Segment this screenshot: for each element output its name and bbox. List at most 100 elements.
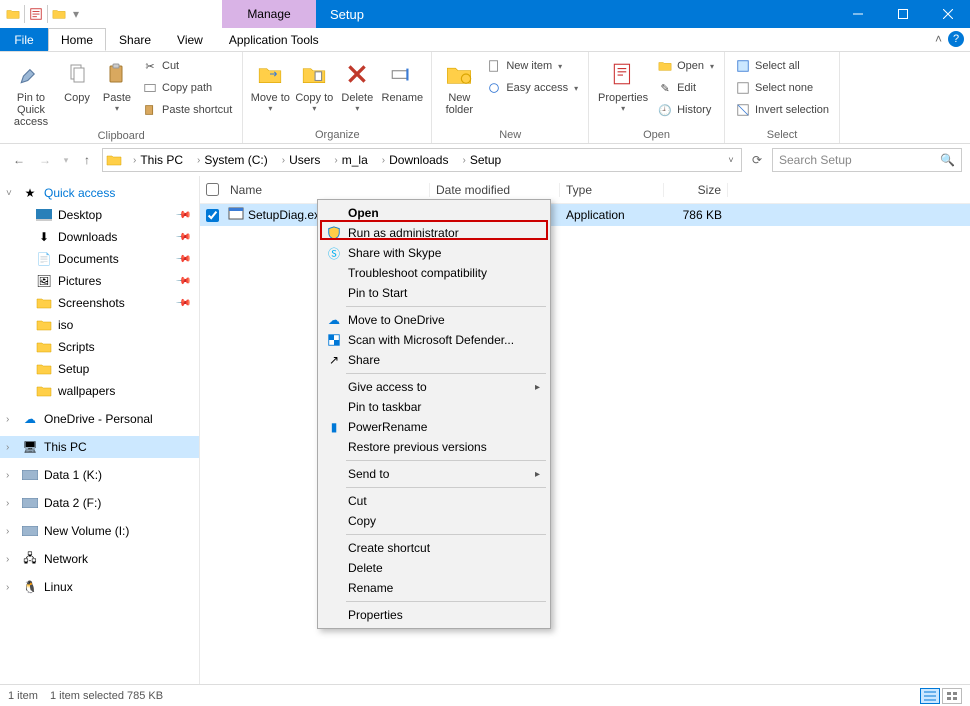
ctx-create-shortcut[interactable]: Create shortcut — [320, 538, 548, 558]
close-button[interactable] — [925, 0, 970, 28]
ctx-restore-previous[interactable]: Restore previous versions — [320, 437, 548, 457]
ctx-properties[interactable]: Properties — [320, 605, 548, 625]
nav-iso[interactable]: iso — [0, 314, 199, 336]
paste-shortcut-button[interactable]: Paste shortcut — [138, 100, 236, 120]
ctx-send-to[interactable]: Send to▸ — [320, 464, 548, 484]
up-button[interactable]: ↑ — [76, 149, 98, 171]
ctx-powerrename[interactable]: ▮PowerRename — [320, 417, 548, 437]
search-input[interactable]: Search Setup 🔍 — [772, 148, 962, 172]
move-to-button[interactable]: Move to▾ — [249, 54, 291, 113]
history-button[interactable]: 🕘History — [653, 100, 718, 120]
nav-newvol[interactable]: ›New Volume (I:) — [0, 520, 199, 542]
breadcrumb[interactable]: ›Downloads — [374, 153, 453, 167]
drive-icon — [22, 495, 38, 511]
home-tab[interactable]: Home — [48, 28, 106, 51]
application-tools-tab[interactable]: Application Tools — [216, 28, 332, 51]
copy-button[interactable]: Copy — [58, 54, 96, 104]
ctx-copy[interactable]: Copy — [320, 511, 548, 531]
help-icon[interactable]: ? — [948, 31, 964, 47]
breadcrumb[interactable]: ›System (C:) — [189, 153, 272, 167]
rename-button[interactable]: Rename — [379, 54, 425, 104]
minimize-button[interactable] — [835, 0, 880, 28]
breadcrumb[interactable]: ›Users — [274, 153, 325, 167]
copy-to-button[interactable]: Copy to▾ — [293, 54, 335, 113]
pin-icon: 📌 — [174, 251, 191, 268]
column-size[interactable]: Size — [664, 183, 728, 197]
pin-quick-access-button[interactable]: Pin to Quick access — [6, 54, 56, 128]
select-all-checkbox[interactable] — [206, 183, 219, 196]
ctx-troubleshoot[interactable]: Troubleshoot compatibility — [320, 263, 548, 283]
breadcrumb[interactable]: ›Setup — [454, 153, 505, 167]
properties-icon[interactable] — [27, 3, 45, 25]
ctx-delete[interactable]: Delete — [320, 558, 548, 578]
ctx-share-skype[interactable]: ⓈShare with Skype — [320, 243, 548, 263]
manage-context-tab[interactable]: Manage — [222, 0, 316, 28]
forward-button[interactable]: → — [34, 149, 56, 171]
delete-button[interactable]: Delete▾ — [337, 54, 377, 113]
ctx-move-onedrive[interactable]: ☁Move to OneDrive — [320, 310, 548, 330]
ctx-give-access[interactable]: Give access to▸ — [320, 377, 548, 397]
ribbon-group-organize: Move to▾ Copy to▾ Delete▾ Rename Organiz… — [243, 52, 432, 143]
status-bar: 1 item 1 item selected 785 KB — [0, 684, 970, 706]
ctx-pin-start[interactable]: Pin to Start — [320, 283, 548, 303]
ctx-open[interactable]: Open — [320, 203, 548, 223]
nav-onedrive[interactable]: ›☁OneDrive - Personal — [0, 408, 199, 430]
collapse-ribbon-icon[interactable]: ˄ — [935, 32, 942, 46]
nav-setup[interactable]: Setup — [0, 358, 199, 380]
paste-button[interactable]: Paste▾ — [98, 54, 136, 113]
file-row[interactable]: SetupDiag.exe 9/2/2024 12:56 PM Applicat… — [200, 204, 970, 226]
nav-documents[interactable]: 📄Documents📌 — [0, 248, 199, 270]
cut-button[interactable]: ✂Cut — [138, 56, 236, 76]
easy-access-button[interactable]: Easy access▾ — [482, 78, 582, 98]
select-none-button[interactable]: Select none — [731, 78, 833, 98]
column-date[interactable]: Date modified — [430, 183, 560, 197]
column-name[interactable]: Name — [224, 183, 430, 197]
qat-dropdown-icon[interactable]: ▾ — [70, 3, 82, 25]
nav-quick-access[interactable]: ˅★Quick access — [0, 182, 199, 204]
ctx-pin-taskbar[interactable]: Pin to taskbar — [320, 397, 548, 417]
new-item-button[interactable]: New item▾ — [482, 56, 582, 76]
network-icon: 🖧 — [22, 551, 38, 567]
icons-view-button[interactable] — [942, 688, 962, 704]
nav-screenshots[interactable]: Screenshots📌 — [0, 292, 199, 314]
details-view-button[interactable] — [920, 688, 940, 704]
ctx-scan-defender[interactable]: Scan with Microsoft Defender... — [320, 330, 548, 350]
nav-pictures[interactable]: 🖼Pictures📌 — [0, 270, 199, 292]
breadcrumb[interactable]: ›m_la — [326, 153, 371, 167]
cloud-icon: ☁ — [22, 411, 38, 427]
select-all-button[interactable]: Select all — [731, 56, 833, 76]
address-bar[interactable]: ›This PC ›System (C:) ›Users ›m_la ›Down… — [102, 148, 742, 172]
edit-button[interactable]: ✎Edit — [653, 78, 718, 98]
new-folder-button[interactable]: New folder — [438, 54, 480, 116]
ctx-cut[interactable]: Cut — [320, 491, 548, 511]
nav-linux[interactable]: ›🐧Linux — [0, 576, 199, 598]
invert-selection-button[interactable]: Invert selection — [731, 100, 833, 120]
address-dropdown-icon[interactable]: ˅ — [723, 149, 739, 171]
copy-path-button[interactable]: Copy path — [138, 78, 236, 98]
nav-desktop[interactable]: Desktop📌 — [0, 204, 199, 226]
back-button[interactable]: ← — [8, 149, 30, 171]
nav-wallpapers[interactable]: wallpapers — [0, 380, 199, 402]
recent-dropdown-icon[interactable]: ▾ — [60, 149, 72, 171]
new-folder-icon[interactable] — [50, 3, 68, 25]
nav-network[interactable]: ›🖧Network — [0, 548, 199, 570]
share-tab[interactable]: Share — [106, 28, 164, 51]
column-type[interactable]: Type — [560, 183, 664, 197]
nav-scripts[interactable]: Scripts — [0, 336, 199, 358]
nav-this-pc[interactable]: ›🖥This PC — [0, 436, 199, 458]
properties-button[interactable]: Properties▾ — [595, 54, 651, 113]
nav-downloads[interactable]: ⬇Downloads📌 — [0, 226, 199, 248]
maximize-button[interactable] — [880, 0, 925, 28]
view-tab[interactable]: View — [164, 28, 216, 51]
pictures-icon: 🖼 — [36, 273, 52, 289]
nav-data1[interactable]: ›Data 1 (K:) — [0, 464, 199, 486]
breadcrumb[interactable]: ›This PC — [125, 153, 187, 167]
open-button[interactable]: Open▾ — [653, 56, 718, 76]
file-tab[interactable]: File — [0, 28, 48, 51]
row-checkbox[interactable] — [206, 209, 219, 222]
ctx-run-as-admin[interactable]: Run as administrator — [320, 223, 548, 243]
ctx-rename[interactable]: Rename — [320, 578, 548, 598]
nav-data2[interactable]: ›Data 2 (F:) — [0, 492, 199, 514]
ctx-share[interactable]: ↗Share — [320, 350, 548, 370]
refresh-button[interactable]: ⟳ — [746, 149, 768, 171]
